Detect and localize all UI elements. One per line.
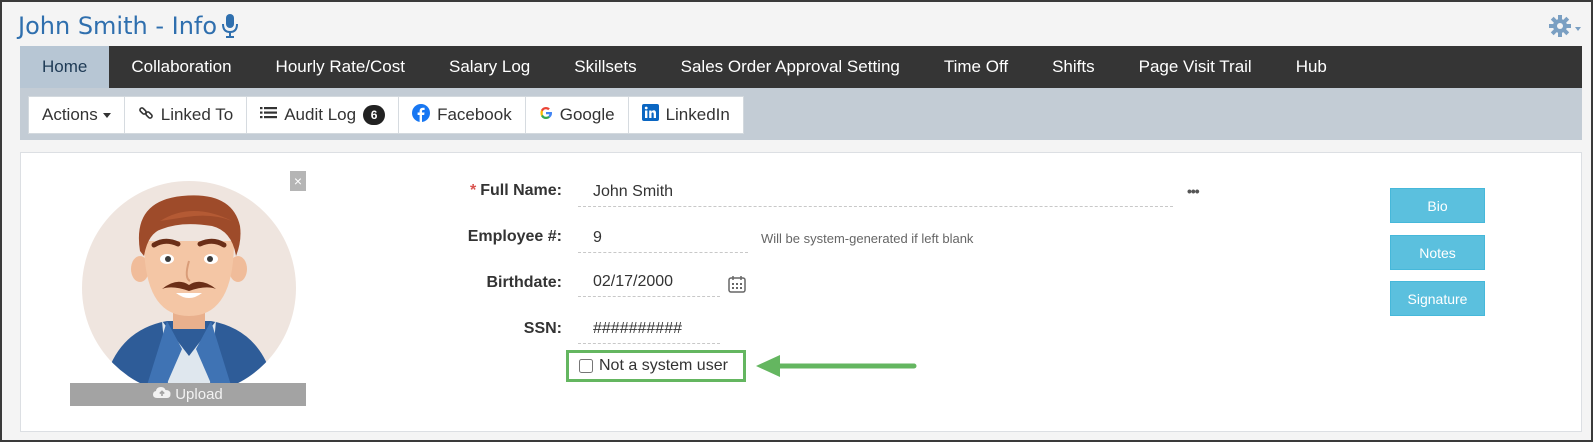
tab-collaboration[interactable]: Collaboration [109, 46, 253, 88]
upload-photo-button[interactable]: Upload [70, 383, 306, 406]
remove-photo-button[interactable]: × [290, 171, 306, 191]
action-toolbar: Actions Linked To Audit Log 6 Facebook G [28, 96, 744, 134]
employee-number-field[interactable]: 9 [578, 223, 748, 253]
main-nav: Home Collaboration Hourly Rate/Cost Sala… [20, 46, 1582, 88]
calendar-icon[interactable] [728, 275, 746, 298]
more-options-icon[interactable]: ••• [1187, 183, 1200, 199]
tab-shifts[interactable]: Shifts [1030, 46, 1117, 88]
ssn-field[interactable]: ########## [578, 314, 720, 344]
microphone-icon[interactable] [221, 13, 239, 39]
audit-count-badge: 6 [363, 105, 386, 125]
birthdate-label: Birthdate: [486, 274, 562, 291]
full-name-label-text: Full Name: [480, 182, 562, 199]
not-system-user-highlight: Not a system user [566, 350, 746, 382]
full-name-field[interactable]: John Smith [578, 177, 1173, 207]
google-button[interactable]: Google [526, 97, 629, 133]
linkedin-icon [641, 104, 659, 126]
tab-skillsets[interactable]: Skillsets [552, 46, 658, 88]
tab-hub[interactable]: Hub [1274, 46, 1349, 88]
tab-sales-order-approval-setting[interactable]: Sales Order Approval Setting [659, 46, 922, 88]
not-system-user-checkbox[interactable] [579, 359, 593, 373]
signature-button[interactable]: Signature [1390, 281, 1485, 316]
birthdate-field[interactable]: 02/17/2000 [578, 267, 720, 297]
linked-to-label: Linked To [160, 105, 234, 124]
link-icon [138, 105, 154, 126]
audit-log-button[interactable]: Audit Log 6 [247, 97, 400, 133]
caret-down-icon [102, 112, 111, 118]
annotation-arrow [756, 354, 918, 383]
actions-label: Actions [42, 105, 98, 124]
gear-icon[interactable] [1548, 14, 1572, 43]
settings-menu[interactable] [1548, 14, 1581, 43]
tab-salary-log[interactable]: Salary Log [427, 46, 552, 88]
actions-dropdown[interactable]: Actions [29, 97, 125, 133]
tab-home[interactable]: Home [20, 46, 110, 88]
bio-button[interactable]: Bio [1390, 188, 1485, 223]
facebook-button[interactable]: Facebook [399, 97, 526, 133]
full-name-label: * Full Name: [362, 182, 562, 200]
google-label: Google [559, 105, 615, 124]
audit-log-label: Audit Log [284, 105, 357, 124]
upload-label: Upload [175, 386, 223, 403]
page-header: John Smith - Info [18, 12, 239, 40]
linkedin-label: LinkedIn [665, 105, 730, 124]
required-marker: * [469, 182, 477, 199]
employee-number-label: Employee #: [467, 228, 562, 245]
chevron-down-icon [1575, 26, 1581, 31]
avatar [82, 181, 296, 395]
linked-to-button[interactable]: Linked To [125, 97, 248, 133]
ssn-label: SSN: [523, 320, 562, 337]
tab-page-visit-trail[interactable]: Page Visit Trail [1117, 46, 1274, 88]
notes-button[interactable]: Notes [1390, 235, 1485, 270]
not-system-user-label: Not a system user [599, 357, 728, 374]
list-icon [260, 105, 278, 125]
page-title: John Smith - Info [18, 12, 218, 40]
linkedin-button[interactable]: LinkedIn [629, 97, 743, 133]
employee-number-hint: Will be system-generated if left blank [761, 231, 974, 246]
tab-time-off[interactable]: Time Off [922, 46, 1030, 88]
facebook-label: Facebook [437, 105, 512, 124]
cloud-upload-icon [153, 386, 171, 403]
google-icon [539, 105, 553, 125]
tab-hourly-rate-cost[interactable]: Hourly Rate/Cost [254, 46, 427, 88]
facebook-icon [412, 103, 431, 127]
